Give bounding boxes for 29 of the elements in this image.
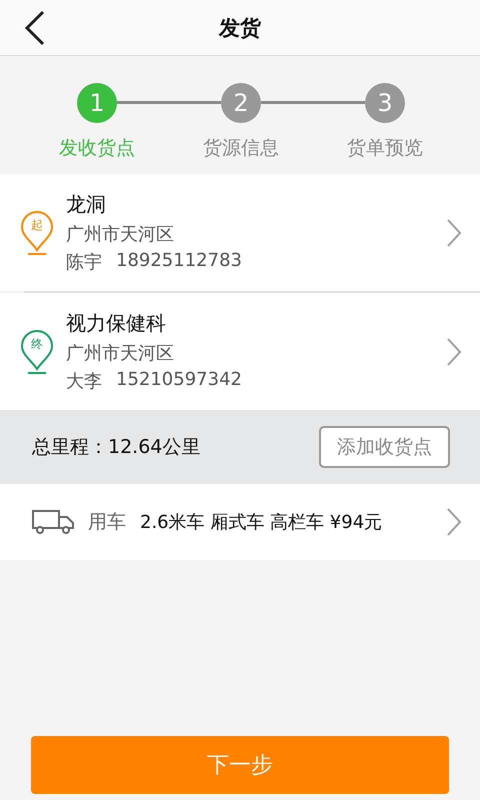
- step-label: 货单预览: [347, 136, 423, 161]
- stop-row[interactable]: 起 龙洞 广州市天河区 陈宇 18925112783: [0, 174, 480, 291]
- total-distance: 总里程：12.64公里: [32, 435, 200, 460]
- chevron-right-icon: [446, 507, 462, 537]
- contact-name: 大李: [66, 370, 102, 393]
- contact-phone: 15210597342: [116, 369, 242, 392]
- contact-name: 陈宇: [66, 251, 102, 274]
- stop-row[interactable]: 终 视力保健科 广州市天河区 大李 15210597342: [0, 293, 480, 410]
- stop-name: 龙洞: [66, 191, 107, 218]
- step-number: 2: [221, 83, 261, 123]
- add-stop-button[interactable]: 添加收货点: [319, 426, 450, 468]
- step-label: 货源信息: [203, 136, 279, 161]
- back-icon[interactable]: [24, 10, 46, 46]
- page-title: 发货: [219, 14, 261, 42]
- pin-label: 起: [30, 216, 44, 232]
- vehicle-details: 2.6米车 厢式车 高栏车 ¥94元: [140, 511, 384, 534]
- step-label: 发收货点: [59, 136, 135, 161]
- chevron-right-icon: [446, 218, 462, 248]
- stop-address: 广州市天河区: [66, 223, 175, 246]
- chevron-right-icon: [446, 336, 462, 366]
- contact-phone: 18925112783: [116, 250, 242, 273]
- pin-label: 终: [30, 336, 44, 352]
- stop-name: 视力保健科: [66, 310, 167, 337]
- truck-icon: [32, 509, 74, 535]
- step-number: 1: [77, 83, 117, 123]
- stop-address: 广州市天河区: [66, 342, 175, 365]
- step-number: 3: [365, 83, 405, 123]
- vehicle-row[interactable]: 用车 2.6米车 厢式车 高栏车 ¥94元: [0, 484, 480, 560]
- vehicle-label: 用车: [88, 510, 126, 535]
